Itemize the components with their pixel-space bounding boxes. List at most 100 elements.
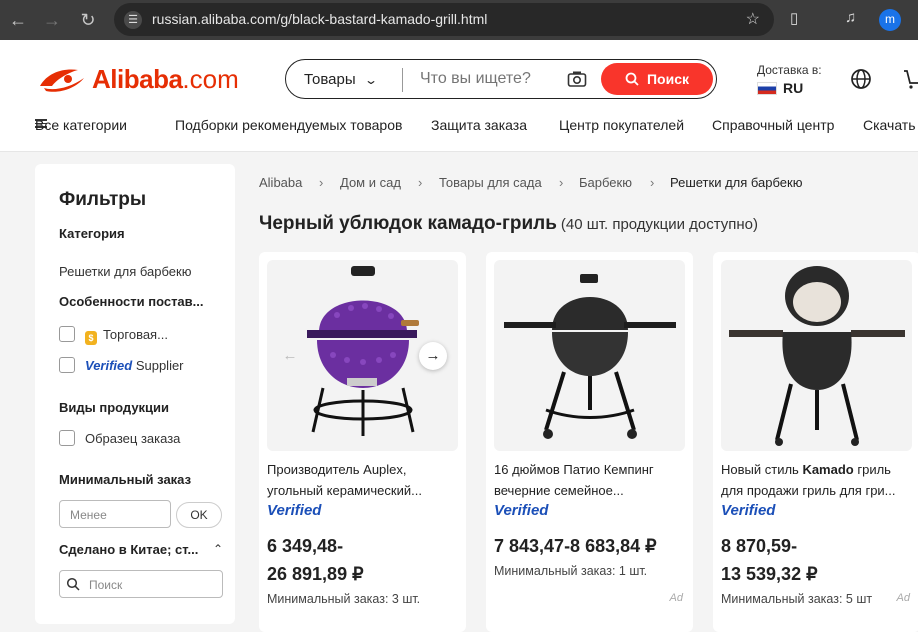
product-card[interactable]: Новый стиль Kamado гриль для продажи гри… — [713, 252, 918, 632]
trade-assurance-checkbox[interactable] — [59, 326, 75, 342]
search-icon — [66, 577, 80, 591]
brand-suffix: .com — [182, 63, 239, 94]
origin-search-input[interactable]: Поиск — [59, 570, 223, 598]
verified-supplier-checkbox[interactable] — [59, 357, 75, 373]
filters-sidebar: Фильтры Категория Решетки для барбекю Ос… — [35, 164, 235, 624]
product-card[interactable]: 16 дюймов Патио Кемпинг вечерние семейно… — [486, 252, 693, 632]
reload-icon[interactable]: ↻ — [78, 10, 98, 30]
browser-toolbar: ← → ↻ ☰ russian.alibaba.com/g/black-bast… — [0, 0, 918, 40]
breadcrumb-separator-icon: › — [559, 175, 564, 190]
search-category-select[interactable]: Товары ⌄ — [304, 71, 378, 88]
media-icon[interactable]: ♫ — [845, 9, 856, 26]
site-info-icon[interactable]: ☰ — [124, 11, 142, 29]
breadcrumb-item[interactable]: Товары для сада — [439, 175, 542, 190]
page-title: Черный ублюдок камадо-гриль (40 шт. проду… — [259, 213, 758, 235]
category-heading: Категория — [59, 226, 125, 241]
category-menu: Все категории Подборки рекомендуемых тов… — [0, 117, 918, 139]
trade-assurance-icon: $ — [85, 331, 97, 345]
breadcrumb-current: Решетки для барбекю — [670, 175, 803, 190]
kamado-grill-open-lid-image — [729, 266, 905, 446]
category-option[interactable]: Решетки для барбекю — [59, 264, 191, 279]
filters-title: Фильтры — [59, 189, 147, 210]
product-name[interactable]: Новый стиль Kamado гриль для продажи гри… — [721, 459, 911, 501]
price-line: 26 891,89 ₽ — [267, 564, 364, 584]
bookmark-star-icon[interactable]: ☆ — [746, 9, 760, 29]
product-image[interactable] — [494, 260, 685, 451]
product-type-heading: Виды продукции — [59, 400, 170, 415]
verified-badge: Verified — [85, 358, 133, 373]
search-button[interactable]: Поиск — [601, 63, 713, 95]
delivery-label: Доставка в: — [757, 63, 822, 77]
verified-supplier-option[interactable]: Verified Supplier — [85, 358, 184, 373]
product-price: 7 843,47-8 683,84 ₽ — [494, 536, 657, 556]
russia-flag-icon — [757, 82, 777, 95]
page-title-text: Черный ублюдок камадо-гриль — [259, 213, 557, 234]
product-moq: Минимальный заказ: 1 шт. — [494, 564, 648, 578]
carousel-prev-icon[interactable]: ← — [276, 342, 304, 370]
origin-heading: Сделано в Китае; ст... — [59, 542, 199, 557]
breadcrumb-separator-icon: › — [418, 175, 423, 190]
product-name[interactable]: Производитель Auplex, угольный керамичес… — [267, 459, 457, 501]
extensions-icon[interactable]: ▯ — [790, 9, 798, 27]
trade-assurance-label: Торговая... — [103, 327, 168, 342]
sample-order-label[interactable]: Образец заказа — [85, 431, 180, 446]
menu-item-download[interactable]: Скачать — [863, 117, 916, 133]
product-name-keyword: Kamado — [802, 462, 854, 477]
chevron-up-icon[interactable]: ⌃ — [213, 542, 223, 556]
moq-input[interactable]: Менее — [59, 500, 171, 528]
profile-avatar[interactable]: m — [879, 9, 901, 31]
search-bar: Товары ⌄ Поиск — [285, 59, 717, 99]
trade-assurance-option[interactable]: $ Торговая... — [85, 327, 168, 345]
verified-badge: Verified — [494, 502, 549, 519]
search-input[interactable] — [420, 69, 560, 89]
product-moq: Минимальный заказ: 5 шт — [721, 592, 873, 606]
product-price: 6 349,48- 26 891,89 ₽ — [267, 532, 364, 588]
alibaba-logo-icon — [40, 69, 84, 92]
breadcrumb-separator-icon: › — [319, 175, 324, 190]
breadcrumb-item[interactable]: Барбекю — [579, 175, 632, 190]
globe-icon[interactable] — [850, 68, 872, 90]
breadcrumb-separator-icon: › — [650, 175, 655, 190]
price-line: 6 349,48- — [267, 536, 344, 556]
menu-item-order-protection[interactable]: Защита заказа — [431, 117, 527, 133]
price-line: 13 539,32 ₽ — [721, 564, 818, 584]
all-categories-label: Все категории — [35, 117, 127, 133]
chevron-down-icon: ⌄ — [363, 73, 378, 87]
product-moq: Минимальный заказ: 3 шт. — [267, 592, 421, 606]
moq-ok-button[interactable]: OK — [176, 502, 222, 528]
menu-item-help-center[interactable]: Справочный центр — [712, 117, 834, 133]
cart-icon[interactable] — [903, 68, 918, 90]
origin-search-placeholder: Поиск — [89, 578, 123, 592]
url-text[interactable]: russian.alibaba.com/g/black-bastard-kama… — [152, 11, 487, 27]
site-header: Alibaba.com Товары ⌄ Поиск Доставка в: RU… — [0, 40, 918, 152]
verified-supplier-label: Supplier — [132, 358, 184, 373]
delivery-country: RU — [783, 80, 804, 96]
product-image[interactable] — [721, 260, 912, 451]
price-line: 8 870,59- — [721, 536, 798, 556]
address-bar[interactable]: ☰ russian.alibaba.com/g/black-bastard-ka… — [114, 3, 774, 36]
product-price: 8 870,59- 13 539,32 ₽ — [721, 532, 818, 588]
brand-name: Alibaba — [92, 63, 183, 94]
kamado-grill-black-image — [504, 274, 676, 439]
breadcrumb-item[interactable]: Дом и сад — [340, 175, 401, 190]
verified-badge: Verified — [721, 502, 776, 519]
back-icon[interactable]: ← — [8, 10, 28, 30]
alibaba-logo[interactable]: Alibaba .com — [34, 62, 239, 96]
search-divider — [402, 68, 403, 92]
camera-icon[interactable] — [567, 70, 587, 88]
supplier-features-heading: Особенности постав... — [59, 294, 204, 309]
product-card[interactable]: ← → Производитель Auplex, угольный керам… — [259, 252, 466, 632]
moq-heading: Минимальный заказ — [59, 472, 192, 487]
product-name[interactable]: 16 дюймов Патио Кемпинг вечерние семейно… — [494, 459, 684, 501]
product-count: (40 шт. продукции доступно) — [560, 216, 759, 233]
search-button-label: Поиск — [646, 71, 689, 87]
menu-item-recommended[interactable]: Подборки рекомендуемых товаров — [175, 117, 402, 133]
forward-icon[interactable]: → — [42, 10, 62, 30]
search-icon — [625, 72, 639, 86]
breadcrumb-item[interactable]: Alibaba — [259, 175, 302, 190]
sample-order-checkbox[interactable] — [59, 430, 75, 446]
search-category-label: Товары — [304, 71, 356, 88]
menu-item-buyer-center[interactable]: Центр покупателей — [559, 117, 684, 133]
delivery-selector[interactable]: Доставка в: RU — [757, 63, 822, 96]
carousel-next-icon[interactable]: → — [419, 342, 447, 370]
